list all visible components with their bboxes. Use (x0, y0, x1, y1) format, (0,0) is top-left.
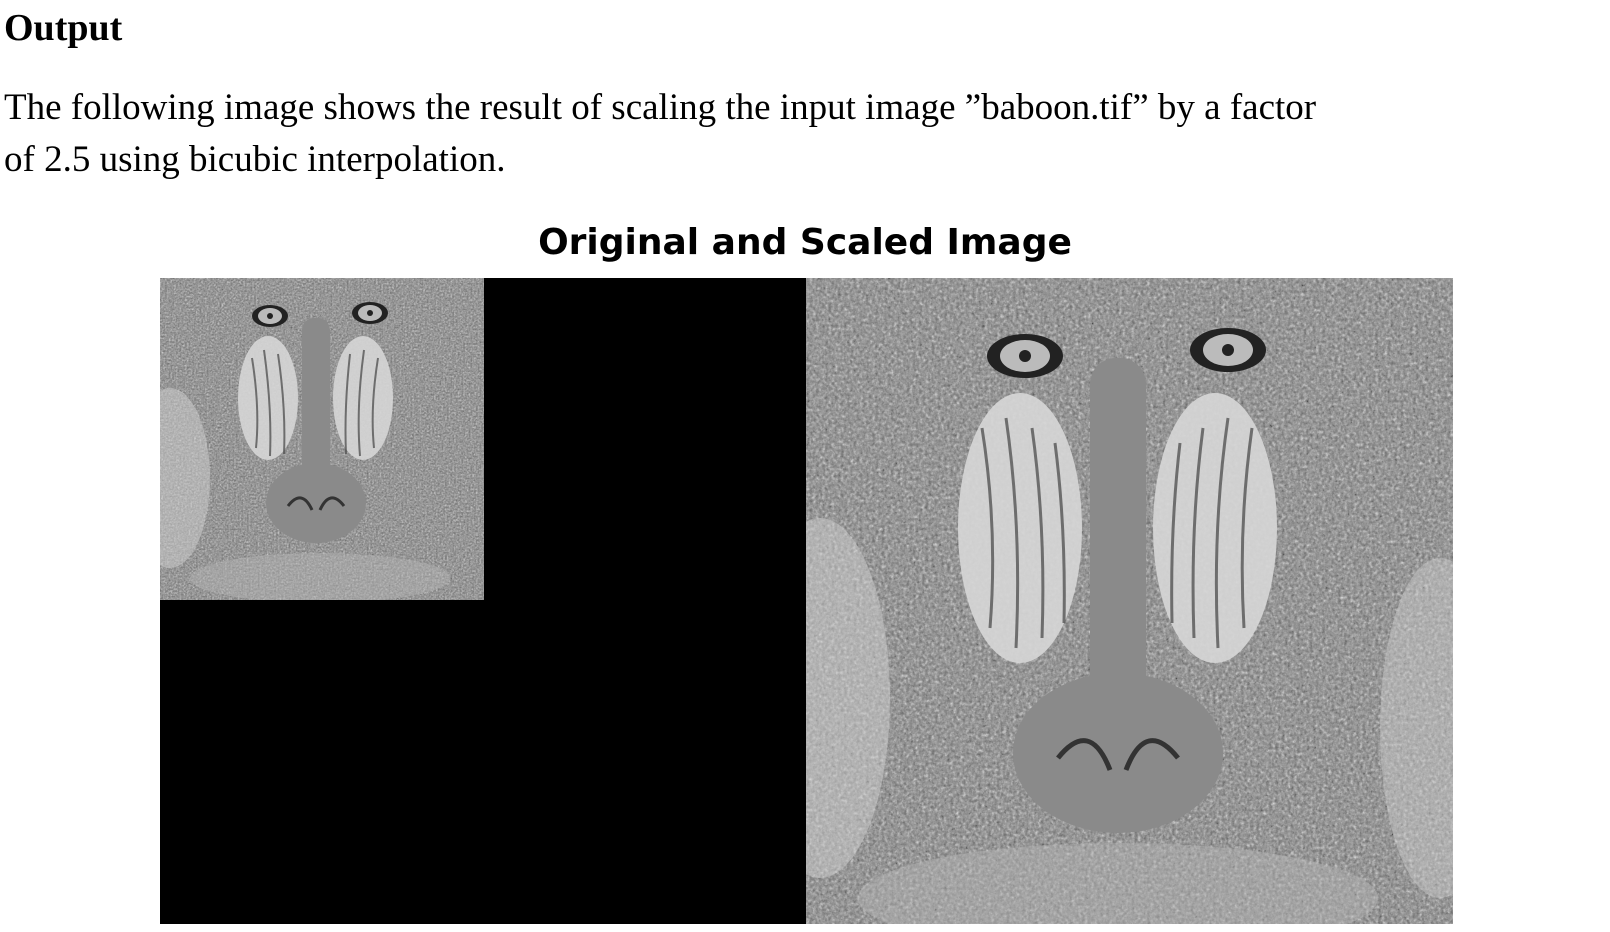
scaled-image (806, 278, 1453, 924)
section-heading: Output (4, 7, 123, 49)
baboon-images-svg (160, 278, 1453, 924)
figure: Original and Scaled Image (0, 218, 1610, 932)
figure-title: Original and Scaled Image (538, 222, 1072, 263)
original-image (160, 278, 484, 600)
paragraph-line-2: of 2.5 using bicubic interpolation. (4, 139, 506, 180)
description-paragraph: The following image shows the result of … (4, 82, 1608, 186)
image-canvas (160, 278, 1453, 924)
paragraph-line-1: The following image shows the result of … (4, 87, 1317, 128)
